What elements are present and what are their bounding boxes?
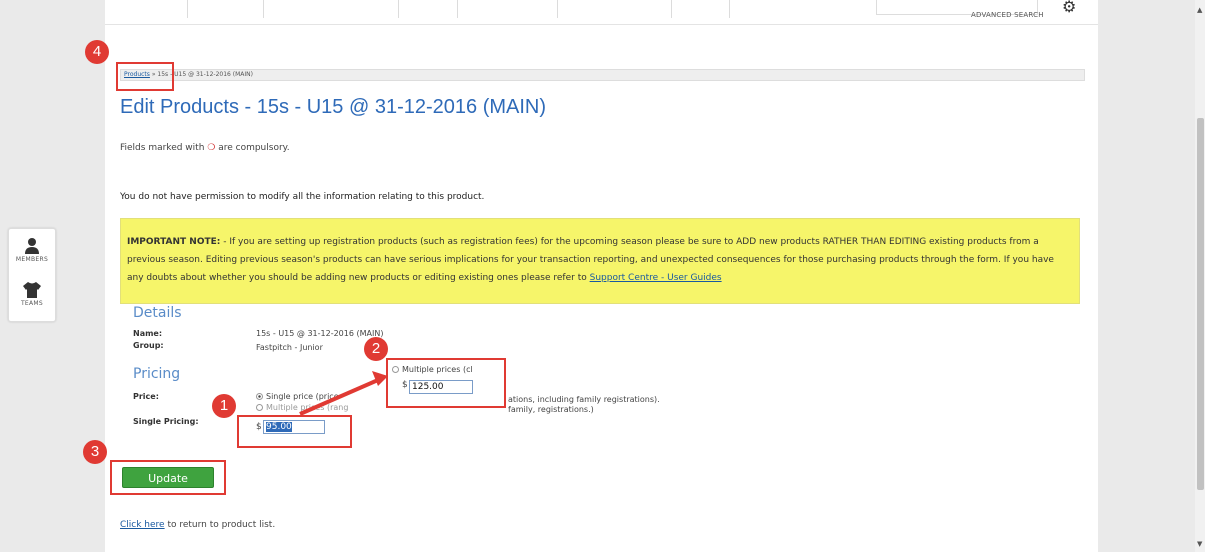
annotation-badge-2: 2 — [364, 337, 388, 361]
annotation-badge-1: 1 — [212, 394, 236, 418]
update-button[interactable]: Update — [122, 467, 214, 488]
arrow-line — [299, 378, 379, 416]
breadcrumb-highlight — [116, 62, 174, 91]
annotation-badge-3: 3 — [83, 440, 107, 464]
return-text: to return to product list. — [164, 520, 276, 530]
annotation-badge-4: 4 — [85, 40, 109, 64]
return-link[interactable]: Click here — [120, 520, 165, 530]
return-to-list: Click here to return to product list. — [120, 520, 275, 530]
